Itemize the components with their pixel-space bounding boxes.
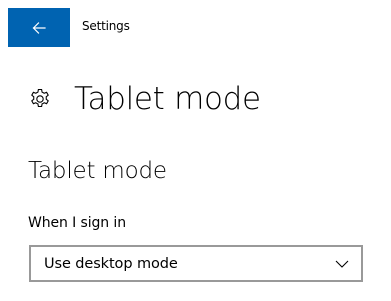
sign-in-label: When I sign in xyxy=(28,215,126,231)
sign-in-mode-dropdown[interactable]: Use desktop mode xyxy=(29,245,363,282)
dropdown-selected-value: Use desktop mode xyxy=(44,255,178,272)
section-title: Tablet mode xyxy=(28,158,167,184)
page-title: Tablet mode xyxy=(74,81,261,117)
chevron-down-icon xyxy=(334,256,350,272)
title-bar: Settings xyxy=(0,0,391,47)
gear-icon xyxy=(28,87,52,111)
back-button[interactable] xyxy=(8,8,70,47)
page-header: Tablet mode xyxy=(28,74,261,124)
window-title: Settings xyxy=(82,19,130,33)
arrow-left-icon xyxy=(32,21,46,34)
